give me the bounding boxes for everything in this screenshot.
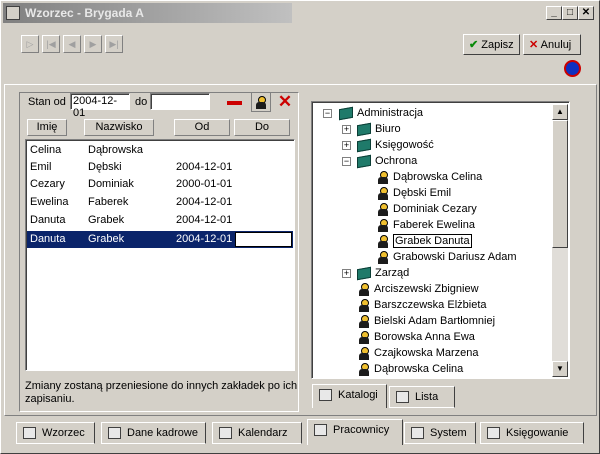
tree-person[interactable]: Bielski Adam Bartłomniej	[358, 313, 495, 329]
maximize-button[interactable]: □	[562, 6, 578, 20]
tab-katalogi[interactable]: Katalogi	[312, 384, 387, 408]
person-icon	[358, 298, 370, 312]
save-button[interactable]: ✔ Zapisz	[463, 34, 520, 55]
person-icon	[377, 234, 389, 248]
tree-person-selected[interactable]: Grabek Danuta	[377, 233, 472, 249]
person-icon	[358, 314, 370, 328]
col-do[interactable]: Do	[234, 119, 290, 136]
nav-last-icon[interactable]: ▶|	[105, 35, 123, 53]
table-row[interactable]: Ewelina Faberek 2004-12-01	[27, 194, 293, 211]
tab-dane-kadrowe[interactable]: Dane kadrowe	[101, 422, 206, 444]
tree-person[interactable]: Dominiak Cezary	[377, 201, 477, 217]
from-date-field[interactable]: 2004-12-01	[70, 93, 130, 119]
tree-scrollbar[interactable]: ▲ ▼	[552, 104, 568, 377]
collapse-icon[interactable]: −	[342, 157, 351, 166]
person-icon	[358, 362, 370, 376]
app-icon	[6, 6, 20, 20]
person-icon	[377, 250, 389, 264]
nav-first-icon[interactable]: ▷	[21, 35, 39, 53]
tree-node-zarzad[interactable]: Zarząd	[357, 265, 409, 281]
table-row[interactable]: Danuta Grabek 2004-12-01	[27, 212, 293, 229]
tree-person[interactable]: Dąbrowska Celina	[358, 361, 463, 377]
check-icon: ✔	[469, 39, 479, 51]
person-icon	[377, 218, 389, 232]
title-bar[interactable]: Wzorzec - Brygada A	[3, 3, 292, 23]
col-imie[interactable]: Imię	[27, 119, 67, 136]
calendar-icon	[219, 427, 232, 440]
tree-person[interactable]: Borowska Anna Ewa	[358, 329, 475, 345]
from-label: Stan od	[28, 96, 66, 108]
tab-ksiegowanie[interactable]: Księgowanie	[480, 422, 584, 444]
tree-person[interactable]: Grabowski Dariusz Adam	[377, 249, 517, 265]
tree-person[interactable]: Faberek Ewelina	[377, 217, 475, 233]
table-row[interactable]: Emil Dębski 2004-12-01	[27, 159, 293, 176]
tab-lista[interactable]: Lista	[389, 386, 455, 408]
table-row[interactable]: Celina Dąbrowska	[27, 142, 293, 159]
person-icon	[377, 170, 389, 184]
group-icon	[23, 427, 36, 440]
person-icon	[314, 424, 327, 437]
delete-icon[interactable]: ✕	[275, 92, 295, 112]
person-icon	[377, 186, 389, 200]
nav-prev-icon[interactable]: ◀	[63, 35, 81, 53]
to-date-field[interactable]	[150, 93, 210, 110]
book-icon	[357, 122, 371, 136]
book-icon	[339, 106, 353, 120]
col-nazwisko[interactable]: Nazwisko	[84, 119, 154, 136]
person-icon	[358, 330, 370, 344]
nav-start-icon[interactable]: |◀	[42, 35, 60, 53]
person-icon	[358, 282, 370, 296]
to-label: do	[135, 96, 148, 108]
remove-dash-icon[interactable]	[225, 92, 245, 112]
tab-kalendarz[interactable]: Kalendarz	[212, 422, 302, 444]
tree-node-biuro[interactable]: Biuro	[357, 121, 401, 137]
tree-person[interactable]: Czajkowska Marzena	[358, 345, 479, 361]
cancel-button[interactable]: ✕ Anuluj	[523, 34, 581, 55]
book-icon	[357, 138, 371, 152]
expand-icon[interactable]: +	[342, 125, 351, 134]
expand-icon[interactable]: +	[342, 269, 351, 278]
tree-icon	[319, 389, 332, 402]
person-icon	[358, 346, 370, 360]
tab-system[interactable]: System	[404, 422, 476, 444]
tree-icon	[411, 427, 424, 440]
person-pick-icon[interactable]	[251, 92, 271, 112]
minimize-button[interactable]: _	[546, 6, 562, 20]
ledger-icon	[487, 427, 500, 440]
tree-node-administracja[interactable]: Administracja	[339, 105, 423, 121]
do-edit-field[interactable]	[235, 232, 292, 247]
tab-wzorzec[interactable]: Wzorzec	[16, 422, 95, 444]
book-icon	[357, 154, 371, 168]
close-button[interactable]: ✕	[578, 6, 594, 20]
table-row-selected[interactable]: Danuta Grabek 2004-12-01	[27, 231, 293, 248]
person-icon	[377, 202, 389, 216]
x-icon: ✕	[529, 39, 539, 51]
tree-node-ochrona[interactable]: Ochrona	[357, 153, 417, 169]
swap-icon[interactable]	[564, 60, 581, 77]
nav-next-icon[interactable]: ▶	[84, 35, 102, 53]
document-icon	[108, 427, 121, 440]
main-window: Wzorzec - Brygada A _ □ ✕ ▷ |◀ ◀ ▶ ▶| ✔ …	[0, 0, 600, 454]
tree-person[interactable]: Arciszewski Zbigniew	[358, 281, 479, 297]
table-row[interactable]: Cezary Dominiak 2000-01-01	[27, 176, 293, 193]
collapse-icon[interactable]: −	[323, 109, 332, 118]
book-icon	[357, 266, 371, 280]
expand-icon[interactable]: +	[342, 141, 351, 150]
tab-pracownicy[interactable]: Pracownicy	[307, 419, 403, 445]
window-title: Wzorzec - Brygada A	[25, 6, 144, 20]
tree-person[interactable]: Barszczewska Elżbieta	[358, 297, 487, 313]
tree-node-ksiegowosc[interactable]: Księgowość	[357, 137, 434, 153]
list-icon	[396, 391, 409, 404]
col-od[interactable]: Od	[174, 119, 230, 136]
tree-person[interactable]: Dąbrowska Celina	[377, 169, 482, 185]
info-note: Zmiany zostaną przeniesione do innych za…	[25, 380, 298, 405]
tree-person[interactable]: Dębski Emil	[377, 185, 451, 201]
